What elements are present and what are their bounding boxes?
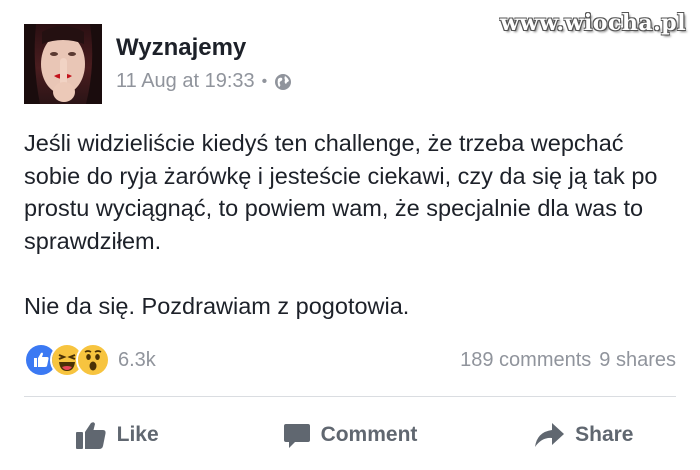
share-icon (535, 423, 565, 447)
author-name[interactable]: Wyznajemy (116, 34, 292, 62)
like-button[interactable]: Like (0, 410, 233, 460)
comments-count-link[interactable]: 189 comments (460, 349, 591, 371)
shares-count-link[interactable]: 9 shares (599, 349, 676, 371)
post-header: Wyznajemy 11 Aug at 19:33 • (24, 24, 292, 104)
avatar[interactable] (24, 24, 102, 104)
post-timestamp[interactable]: 11 Aug at 19:33 (116, 70, 255, 93)
share-button[interactable]: Share (467, 410, 700, 460)
globe-icon[interactable] (274, 73, 292, 91)
engagement-counts: 189 comments 9 shares (460, 349, 676, 372)
reactions-summary[interactable]: 6.3k (24, 343, 156, 377)
reaction-count: 6.3k (118, 348, 156, 371)
like-label: Like (116, 423, 159, 446)
post-meta: Wyznajemy 11 Aug at 19:33 • (116, 24, 292, 104)
comment-button[interactable]: Comment (233, 410, 466, 460)
post-body: Jeśli widzieliście kiedyś ten challenge,… (24, 127, 684, 323)
share-label: Share (575, 423, 634, 446)
thumbs-up-icon (75, 422, 106, 449)
post-paragraph: Jeśli widzieliście kiedyś ten challenge,… (24, 130, 658, 254)
action-bar: Like Comment Share (0, 410, 700, 460)
post-subline: 11 Aug at 19:33 • (116, 70, 292, 93)
separator-dot: • (261, 72, 268, 90)
post-paragraph: Nie da się. Pozdrawiam z pogotowia. (24, 293, 410, 319)
reaction-stats-bar: 6.3k 189 comments 9 shares (24, 343, 676, 377)
wow-reaction-icon (76, 343, 110, 377)
watermark: www.wiocha.pl (500, 10, 686, 36)
comment-icon (283, 424, 310, 448)
comment-label: Comment (320, 423, 418, 446)
divider (24, 396, 676, 397)
